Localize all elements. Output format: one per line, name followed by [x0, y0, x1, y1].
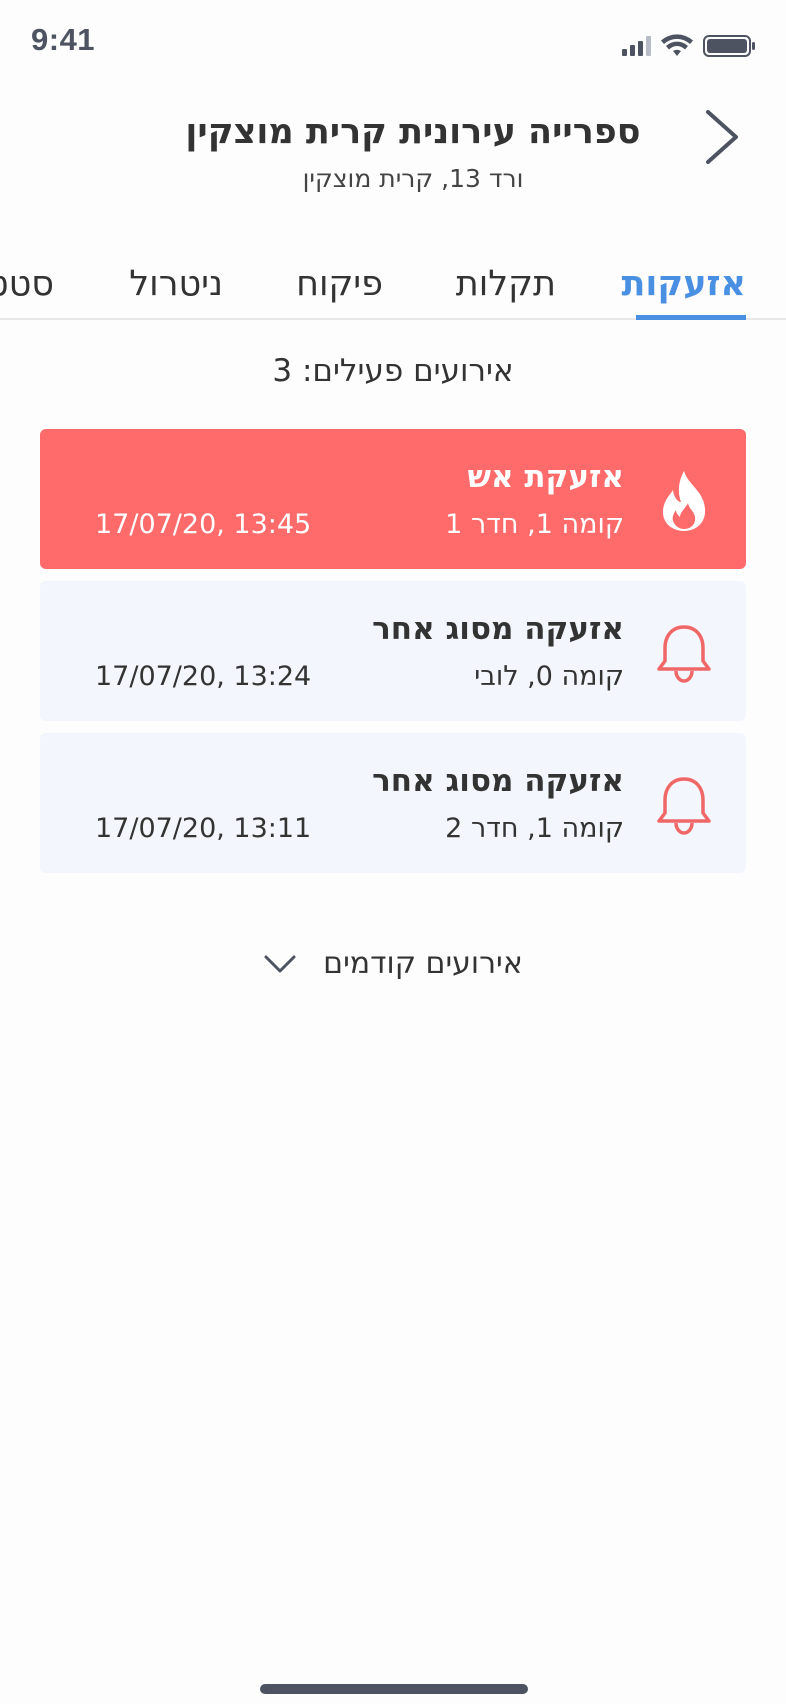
bell-icon: [657, 625, 711, 683]
event-time: 17/07/20, 13:45: [95, 509, 312, 540]
event-title: אזעקה מסוג אחר: [372, 763, 624, 799]
event-location: קומה 1, חדר 1: [445, 509, 624, 540]
tab-disable[interactable]: ניטרול: [129, 264, 223, 304]
tab-label: אזעקות: [621, 264, 747, 304]
event-title: אזעקה מסוג אחר: [372, 611, 624, 647]
tab-supervision[interactable]: פיקוח: [296, 264, 383, 304]
previous-events-button[interactable]: אירועים קודמים: [0, 946, 786, 990]
event-location: קומה 0, לובי: [474, 661, 624, 692]
tab-label: פיקוח: [296, 264, 383, 304]
active-events-count: אירועים פעילים: 3: [272, 353, 514, 389]
page-subtitle: ורד 13, קרית מוצקין: [302, 164, 524, 193]
previous-events-label: אירועים קודמים: [323, 946, 523, 981]
fire-icon: [662, 471, 706, 531]
tab-bar: אזעקות תקלות פיקוח ניטרול סטטוס: [0, 256, 786, 320]
home-indicator[interactable]: [260, 1684, 528, 1694]
event-title: אזעקת אש: [467, 459, 625, 495]
tab-status[interactable]: סטטוס: [0, 264, 54, 304]
event-time: 17/07/20, 13:11: [95, 813, 312, 844]
tab-label: תקלות: [455, 264, 556, 304]
signal-icon: [622, 36, 651, 56]
tab-label: ניטרול: [129, 264, 223, 304]
tab-faults[interactable]: תקלות: [456, 264, 556, 304]
battery-icon: [703, 35, 755, 57]
status-time: 9:41: [31, 22, 96, 57]
tab-label: סטטוס: [0, 264, 54, 304]
status-icons: [622, 34, 755, 57]
chevron-down-icon: [264, 955, 296, 972]
page-title: ספרייה עירונית קרית מוצקין: [185, 112, 641, 152]
tab-alarms[interactable]: אזעקות: [622, 264, 747, 304]
event-time: 17/07/20, 13:24: [95, 661, 312, 692]
event-card-other[interactable]: אזעקה מסוג אחר קומה 0, לובי 17/07/20, 13…: [40, 581, 746, 721]
event-card-fire[interactable]: אזעקת אש קומה 1, חדר 1 17/07/20, 13:45: [40, 429, 746, 569]
wifi-icon: [661, 34, 693, 56]
event-card-other[interactable]: אזעקה מסוג אחר קומה 1, חדר 2 17/07/20, 1…: [40, 733, 746, 873]
event-location: קומה 1, חדר 2: [445, 813, 624, 844]
active-tab-indicator: [636, 315, 746, 320]
bell-icon: [657, 777, 711, 835]
